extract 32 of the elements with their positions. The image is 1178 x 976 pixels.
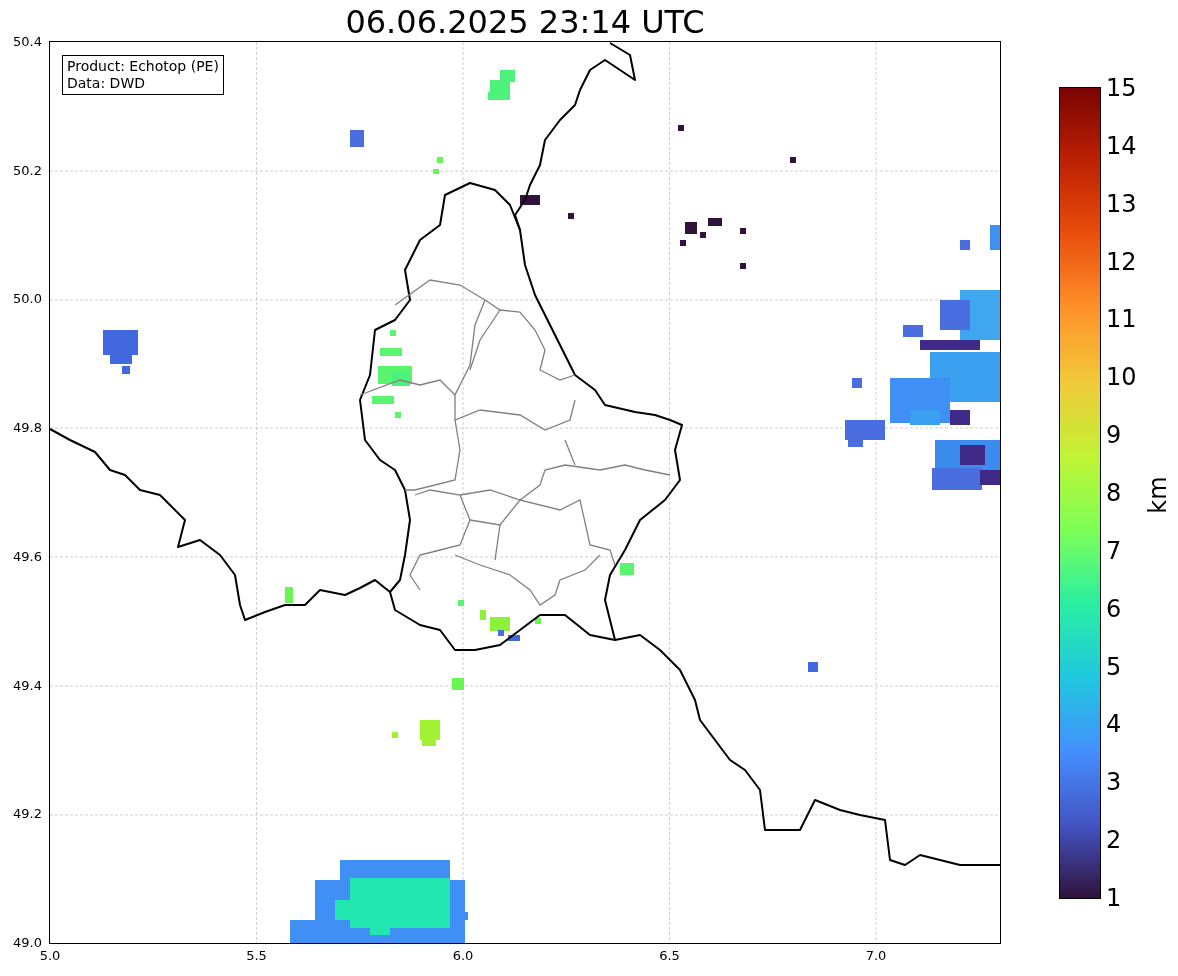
x-tick-label: 5.5 [245, 948, 268, 964]
colorbar-tick-label: 5 [1106, 652, 1122, 681]
plot-title: 06.06.2025 23:14 UTC [344, 2, 706, 43]
colorbar-tick-label: 3 [1106, 768, 1122, 797]
colorbar-tick-label: 7 [1106, 536, 1122, 565]
colorbar-tick-label: 8 [1106, 479, 1122, 507]
data-source-label: Data: DWD [67, 75, 146, 92]
y-tick-label: 50.2 [12, 162, 42, 179]
colorbar-tick-label: 13 [1106, 189, 1137, 218]
colorbar-label: km [1143, 475, 1173, 515]
y-tick-label: 49.2 [12, 806, 42, 823]
colorbar-tick-label: 2 [1106, 826, 1122, 855]
colorbar-tick-label: 1 [1106, 884, 1122, 912]
product-label: Product: Echotop (PE) [67, 58, 219, 75]
x-tick-label: 6.5 [658, 948, 681, 964]
x-tick-label: 6.0 [451, 948, 475, 964]
x-tick-label: 5.0 [38, 948, 62, 964]
y-tick-label: 50.0 [12, 291, 42, 308]
colorbar-tick-label: 10 [1106, 363, 1137, 392]
colorbar-tick-label: 4 [1106, 710, 1122, 739]
colorbar-tick-label: 9 [1106, 421, 1122, 450]
colorbar-tick-label: 14 [1106, 131, 1137, 160]
y-tick-label: 50.4 [12, 34, 42, 50]
y-tick-label: 49.8 [12, 420, 42, 437]
y-tick-label: 49.6 [12, 548, 42, 565]
y-tick-label: 49.0 [12, 934, 42, 951]
x-tick-label: 7.0 [864, 948, 888, 964]
colorbar-tick-label: 11 [1106, 305, 1137, 334]
y-tick-label: 49.4 [12, 677, 42, 694]
colorbar-tick-label: 12 [1106, 247, 1137, 276]
colorbar-tick-label: 15 [1106, 74, 1137, 102]
colorbar-tick-label: 6 [1106, 594, 1122, 623]
